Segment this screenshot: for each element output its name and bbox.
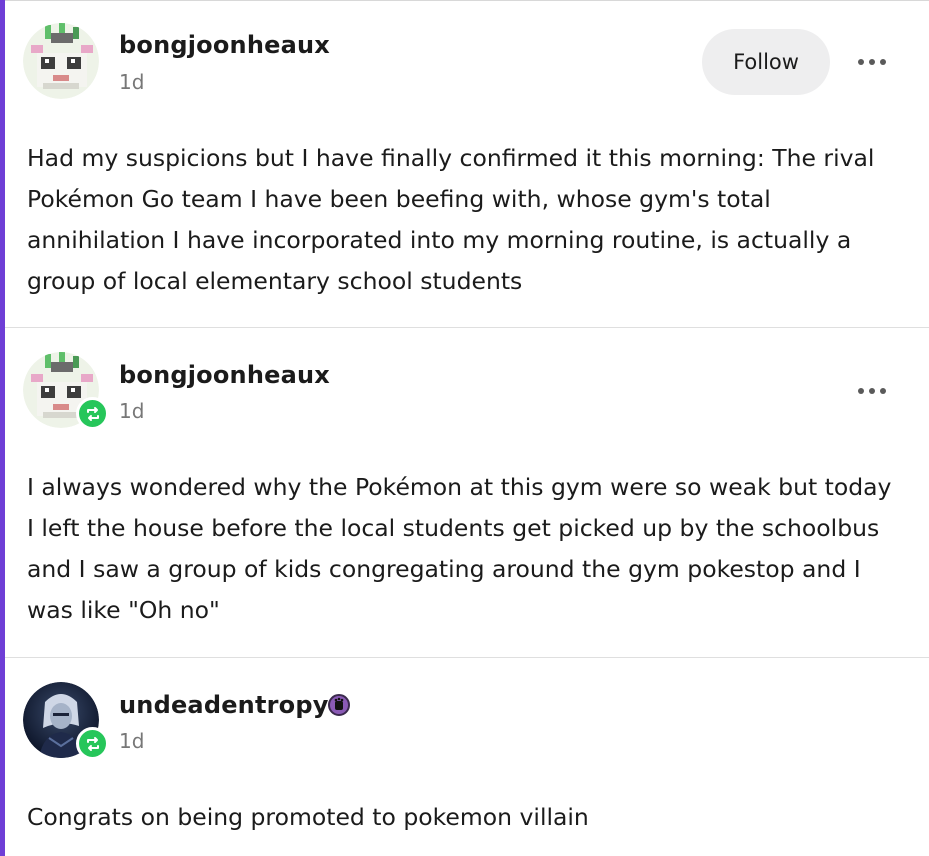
avatar-wrap[interactable] <box>23 352 109 430</box>
more-dots-icon[interactable] <box>852 52 892 72</box>
username[interactable]: bongjoonheaux <box>119 361 330 389</box>
avatar[interactable] <box>23 23 99 99</box>
username[interactable]: undeadentropy <box>119 691 329 719</box>
timestamp[interactable]: 1d <box>119 729 144 753</box>
dot <box>858 388 864 394</box>
dot <box>869 388 875 394</box>
dot <box>869 59 875 65</box>
follow-button[interactable]: Follow <box>702 29 830 95</box>
dot <box>858 59 864 65</box>
avatar-wrap[interactable] <box>23 682 109 760</box>
reblog-icon <box>76 727 109 760</box>
reblog-icon <box>76 397 109 430</box>
timestamp[interactable]: 1d <box>119 70 144 94</box>
post-divider <box>5 327 929 328</box>
thread-accent-bar <box>0 0 5 856</box>
avatar-wrap[interactable] <box>23 23 99 99</box>
post-body: Had my suspicions but I have finally con… <box>27 144 875 295</box>
post-body: I always wondered why the Pokémon at thi… <box>27 473 892 624</box>
post-divider <box>5 657 929 658</box>
dot <box>880 59 886 65</box>
user-badge-icon[interactable] <box>328 694 350 716</box>
dot <box>880 388 886 394</box>
timestamp[interactable]: 1d <box>119 399 144 423</box>
username[interactable]: bongjoonheaux <box>119 31 330 59</box>
more-dots-icon[interactable] <box>852 381 892 401</box>
top-border <box>0 0 929 1</box>
post-body: Congrats on being promoted to pokemon vi… <box>27 803 589 831</box>
